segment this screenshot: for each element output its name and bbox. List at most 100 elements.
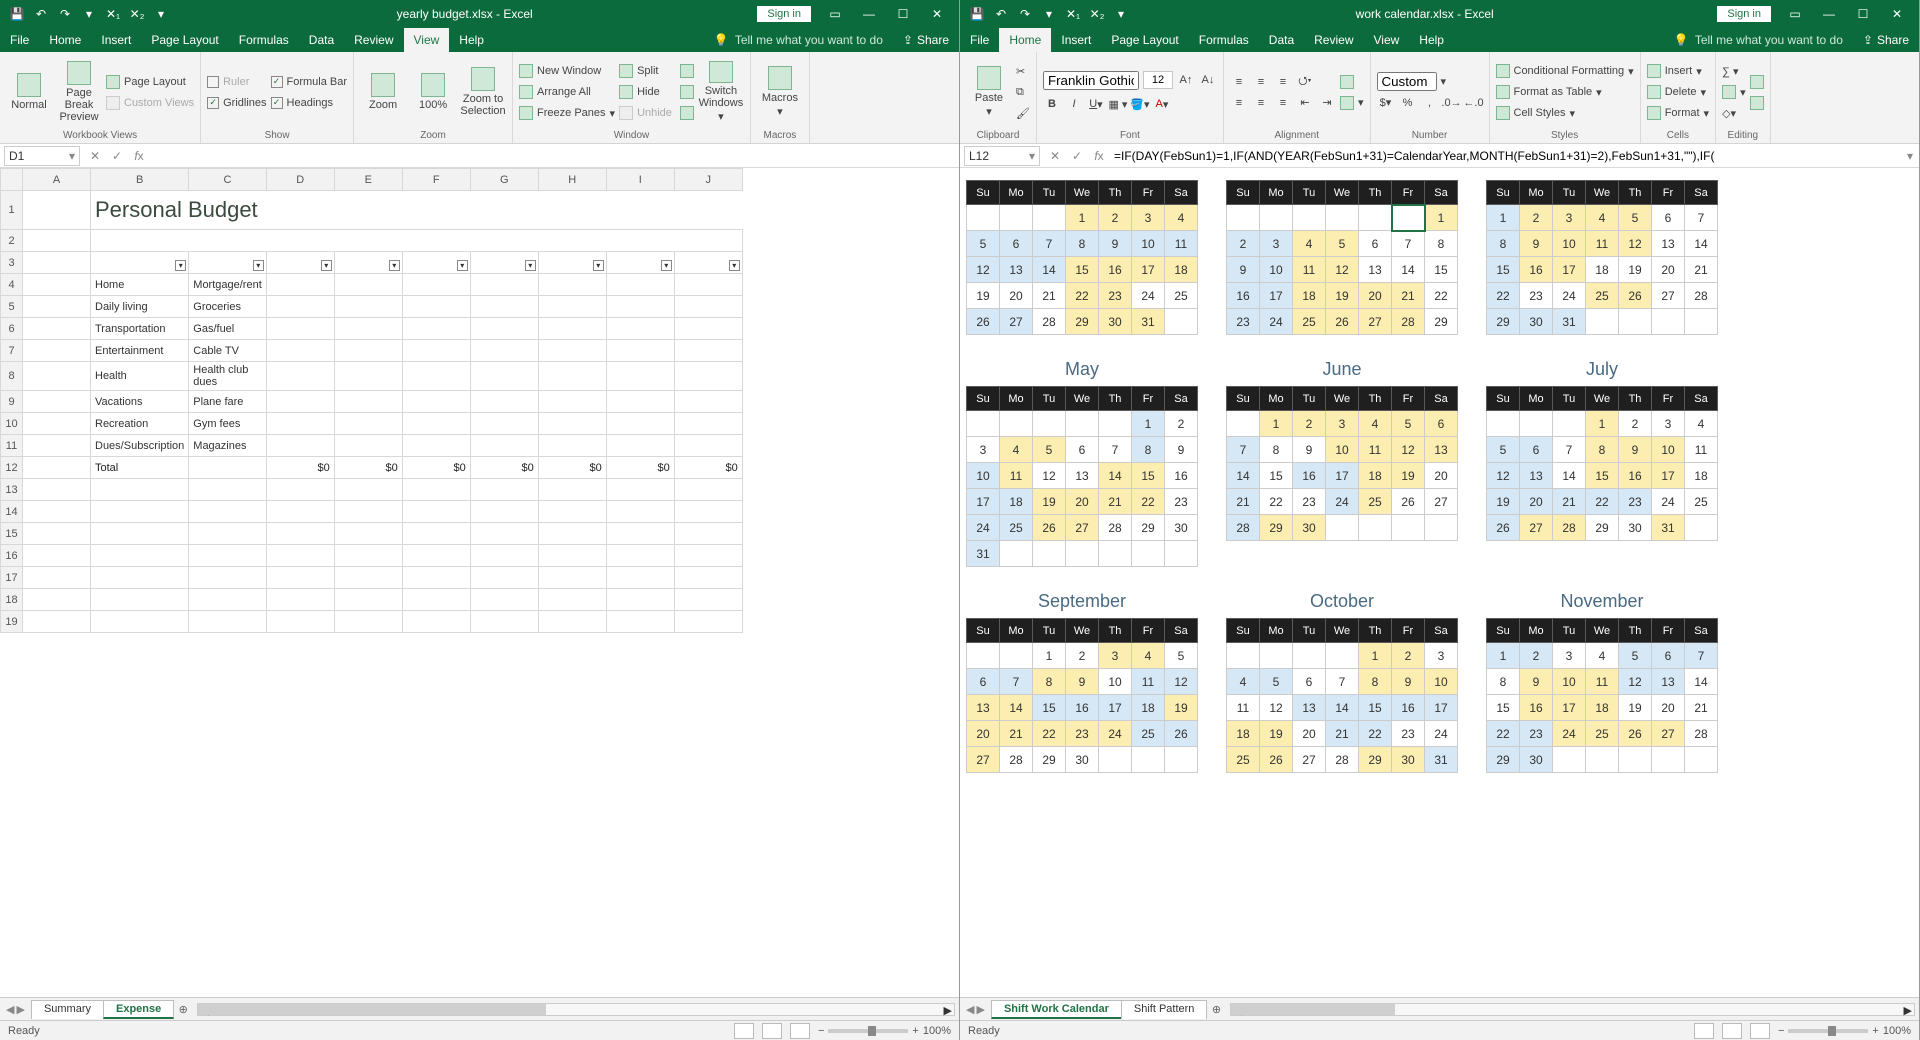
empty-cell[interactable] xyxy=(189,567,266,589)
empty-cell[interactable] xyxy=(91,523,189,545)
table-cell[interactable] xyxy=(674,318,742,340)
calendar-empty[interactable] xyxy=(1586,747,1619,773)
calendar-day[interactable]: 7 xyxy=(1000,669,1033,695)
gridlines-checkbox[interactable]: ✓Gridlines xyxy=(207,94,266,112)
calendar-empty[interactable] xyxy=(1392,515,1425,541)
calendar-day[interactable]: 18 xyxy=(1685,463,1718,489)
calendar-empty[interactable] xyxy=(1227,205,1260,231)
table-cell[interactable] xyxy=(606,435,674,457)
calendar-day[interactable]: 19 xyxy=(1260,721,1293,747)
calendar-day[interactable]: 15 xyxy=(1066,257,1099,283)
column-header[interactable]: B xyxy=(91,169,189,191)
column-filter-header[interactable]: May▾ xyxy=(538,252,606,274)
empty-cell[interactable] xyxy=(91,501,189,523)
empty-cell[interactable] xyxy=(91,479,189,501)
calendar-day[interactable]: 29 xyxy=(1066,309,1099,335)
calendar-empty[interactable] xyxy=(1066,541,1099,567)
calendar-day[interactable]: 25 xyxy=(1293,309,1326,335)
empty-cell[interactable] xyxy=(674,479,742,501)
calendar-day[interactable]: 2 xyxy=(1099,205,1132,231)
table-cell[interactable] xyxy=(334,318,402,340)
calendar-day[interactable]: 13 xyxy=(1652,231,1685,257)
calendar-day[interactable]: 20 xyxy=(1425,463,1458,489)
calendar-day[interactable]: 15 xyxy=(1359,695,1392,721)
calendar-day[interactable]: 24 xyxy=(1260,309,1293,335)
calendar-day[interactable]: 14 xyxy=(1033,257,1066,283)
calendar-day[interactable]: 25 xyxy=(1000,515,1033,541)
close-icon[interactable]: ✕ xyxy=(1881,1,1913,27)
calendar-day[interactable]: 25 xyxy=(1227,747,1260,773)
calendar-day[interactable]: 17 xyxy=(1260,283,1293,309)
calendar-day[interactable]: 26 xyxy=(967,309,1000,335)
calendar-day[interactable]: 30 xyxy=(1099,309,1132,335)
paste-button[interactable]: Paste ▾ xyxy=(966,61,1012,123)
column-filter-header[interactable]: June▾ xyxy=(606,252,674,274)
calendar-day[interactable]: 8 xyxy=(1359,669,1392,695)
tab-home[interactable]: Home xyxy=(999,28,1051,52)
calendar-empty[interactable] xyxy=(1165,541,1198,567)
calendar-empty[interactable] xyxy=(1685,309,1718,335)
calendar-day[interactable]: 22 xyxy=(1487,721,1520,747)
calendar-day[interactable]: 4 xyxy=(1227,669,1260,695)
calendar-day[interactable]: 22 xyxy=(1132,489,1165,515)
calendar-day[interactable]: 19 xyxy=(1619,695,1652,721)
calendar-day[interactable]: 26 xyxy=(1392,489,1425,515)
calendar-day[interactable]: 6 xyxy=(1359,231,1392,257)
table-cell[interactable]: Plane fare xyxy=(189,391,266,413)
font-color-button[interactable]: A▾ xyxy=(1153,95,1171,113)
calendar-day[interactable]: 15 xyxy=(1586,463,1619,489)
calendar-empty[interactable] xyxy=(1487,411,1520,437)
table-cell[interactable] xyxy=(470,274,538,296)
calendar-empty[interactable] xyxy=(1033,411,1066,437)
calendar-day[interactable]: 18 xyxy=(1132,695,1165,721)
calendar-empty[interactable] xyxy=(1619,747,1652,773)
tab-review[interactable]: Review xyxy=(1304,28,1363,52)
calendar-day[interactable]: 11 xyxy=(1586,231,1619,257)
switch-windows-button[interactable]: Switch Windows ▾ xyxy=(698,61,744,123)
empty-cell[interactable] xyxy=(266,479,334,501)
table-cell[interactable]: Groceries xyxy=(189,296,266,318)
calendar-day[interactable]: 19 xyxy=(1392,463,1425,489)
copy-icon[interactable]: ⧉ xyxy=(1016,83,1030,101)
calendar-day[interactable]: 20 xyxy=(1652,695,1685,721)
calendar-day[interactable]: 23 xyxy=(1099,283,1132,309)
zoom-slider[interactable] xyxy=(828,1029,908,1033)
table-cell[interactable] xyxy=(538,318,606,340)
calendar-day[interactable]: 22 xyxy=(1359,721,1392,747)
empty-cell[interactable] xyxy=(189,545,266,567)
worksheet-right[interactable]: SuMoTuWeThFrSa12345678910111213141516171… xyxy=(960,168,1919,997)
zoom-selection-button[interactable]: Zoom to Selection xyxy=(460,61,506,123)
calendar-day[interactable]: 1 xyxy=(1359,643,1392,669)
qat-btn[interactable]: ▾ xyxy=(1038,3,1060,25)
empty-cell[interactable] xyxy=(470,567,538,589)
calendar-day[interactable]: 20 xyxy=(1652,257,1685,283)
calendar-day[interactable]: 26 xyxy=(1165,721,1198,747)
column-filter-header[interactable]: Jan▾ xyxy=(266,252,334,274)
table-cell[interactable]: Daily living xyxy=(91,296,189,318)
increase-font-icon[interactable]: A↑ xyxy=(1177,71,1195,89)
calendar-day[interactable]: 7 xyxy=(1685,643,1718,669)
tab-formulas[interactable]: Formulas xyxy=(229,28,299,52)
calendar-day[interactable]: 23 xyxy=(1520,283,1553,309)
hscrollbar[interactable]: ◀▶ xyxy=(197,1003,955,1016)
wrap-text-button[interactable] xyxy=(1340,73,1364,91)
table-cell[interactable]: Mortgage/rent xyxy=(189,274,266,296)
sheet-tab[interactable]: Shift Work Calendar xyxy=(991,1000,1122,1019)
table-cell[interactable] xyxy=(402,318,470,340)
table-cell[interactable] xyxy=(266,274,334,296)
calendar-day[interactable]: 2 xyxy=(1066,643,1099,669)
tab-insert[interactable]: Insert xyxy=(91,28,141,52)
expand-formula-icon[interactable]: ▾ xyxy=(1901,149,1919,163)
empty-cell[interactable] xyxy=(606,589,674,611)
calendar-empty[interactable] xyxy=(1260,643,1293,669)
table-cell[interactable] xyxy=(266,318,334,340)
calendar-day[interactable]: 4 xyxy=(1685,411,1718,437)
empty-cell[interactable] xyxy=(189,589,266,611)
column-filter-header[interactable]: Category▾ xyxy=(91,252,189,274)
table-cell[interactable] xyxy=(334,362,402,391)
new-window-button[interactable]: New Window xyxy=(519,62,615,80)
calendar-day[interactable]: 31 xyxy=(1652,515,1685,541)
calendar-day[interactable]: 1 xyxy=(1487,205,1520,231)
calendar-empty[interactable] xyxy=(1520,411,1553,437)
calendar-day[interactable]: 10 xyxy=(1326,437,1359,463)
